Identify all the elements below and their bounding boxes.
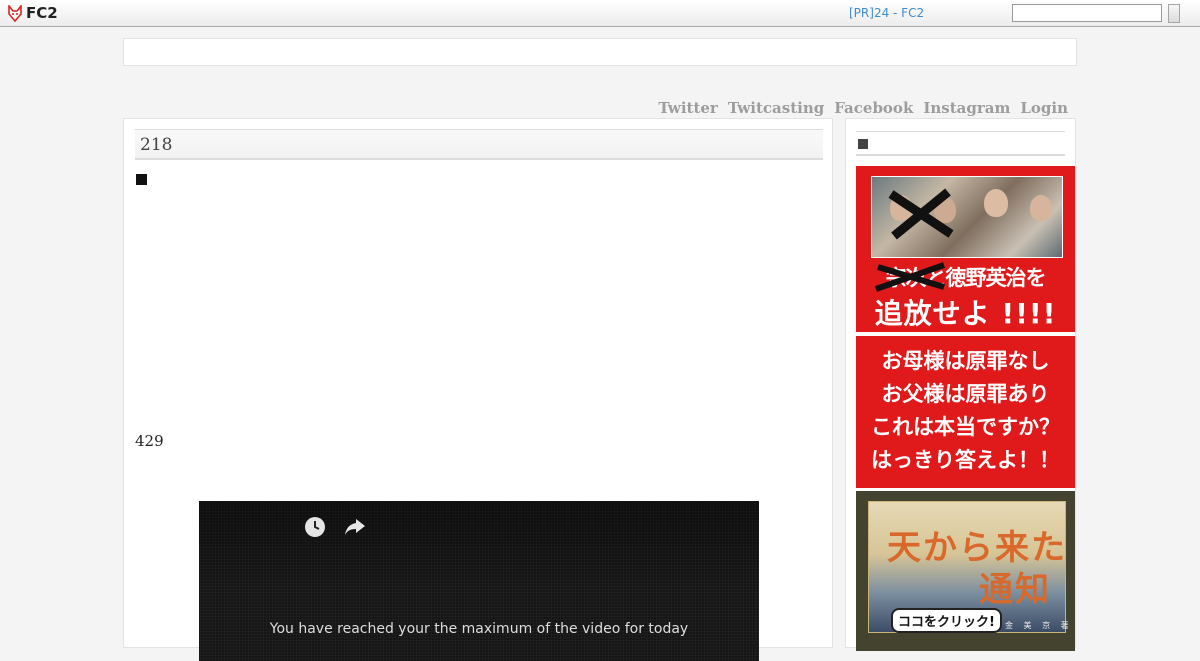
blog-header (123, 38, 1077, 66)
book-cover: 天から来た 通知 ココをクリック! 金 美 京 著 (868, 501, 1069, 633)
fc2-top-bar: FC2 [PR]24 - FC2 (0, 0, 1200, 27)
nav-twitcasting[interactable]: Twitcasting (728, 98, 824, 118)
pr-link[interactable]: [PR]24 - FC2 (849, 5, 924, 21)
book-author: 金 美 京 著 (1005, 621, 1073, 630)
fc2-logo[interactable]: FC2 (7, 4, 58, 22)
video-message: You have reached your the maximum of the… (269, 621, 689, 637)
nav-twitter[interactable]: Twitter (658, 98, 717, 118)
nav-instagram[interactable]: Instagram (923, 98, 1010, 118)
banner-question-line: これは本当ですか？ (871, 415, 1060, 439)
click-here-label: ココをクリック! (891, 608, 1002, 633)
entry-count: 429 (135, 432, 164, 450)
banner-question-line: お母様は原罪なし (881, 349, 1050, 373)
sidebar-heading (856, 131, 1065, 156)
square-bullet-icon (858, 139, 868, 149)
main-column: 218 429 You have reached your the maximu… (123, 118, 833, 661)
cross-mark-icon (888, 188, 954, 240)
book-title-line2: 通知 (979, 570, 1051, 610)
nav-login[interactable]: Login (1020, 98, 1068, 118)
video-top-shade (199, 501, 759, 583)
entry-title[interactable]: 218 (140, 135, 172, 155)
banner-expel-line2: 追放せよ !!!! (874, 297, 1057, 330)
sidebar: 宗次と徳野英治を 追放せよ !!!! お母様は原罪なし お父様は原罪あり これは… (845, 118, 1076, 651)
banner-question-line: お父様は原罪あり (881, 382, 1050, 406)
banner-question-line: はっきり答えよ！！ (871, 448, 1060, 472)
video-player[interactable]: You have reached your the maximum of the… (199, 501, 759, 661)
banner-expel[interactable]: 宗次と徳野英治を 追放せよ !!!! (856, 166, 1075, 332)
banner-book[interactable]: 天から来た 通知 ココをクリック! 金 美 京 著 (856, 491, 1075, 651)
cross-mark-icon (875, 262, 945, 292)
entry-title-bar: 218 (135, 129, 823, 160)
top-nav: Twitter Twitcasting Facebook Instagram L… (658, 98, 1068, 118)
share-icon[interactable] (344, 517, 366, 537)
search-input[interactable] (1012, 4, 1162, 22)
square-bullet-icon (136, 174, 147, 185)
fc2-logo-text: FC2 (26, 4, 58, 22)
banner-question[interactable]: お母様は原罪なし お父様は原罪あり これは本当ですか？ はっきり答えよ！！ (856, 336, 1075, 488)
watch-later-icon[interactable] (304, 516, 326, 538)
fox-icon (8, 4, 22, 22)
search-button[interactable] (1168, 4, 1180, 23)
nav-facebook[interactable]: Facebook (834, 98, 913, 118)
